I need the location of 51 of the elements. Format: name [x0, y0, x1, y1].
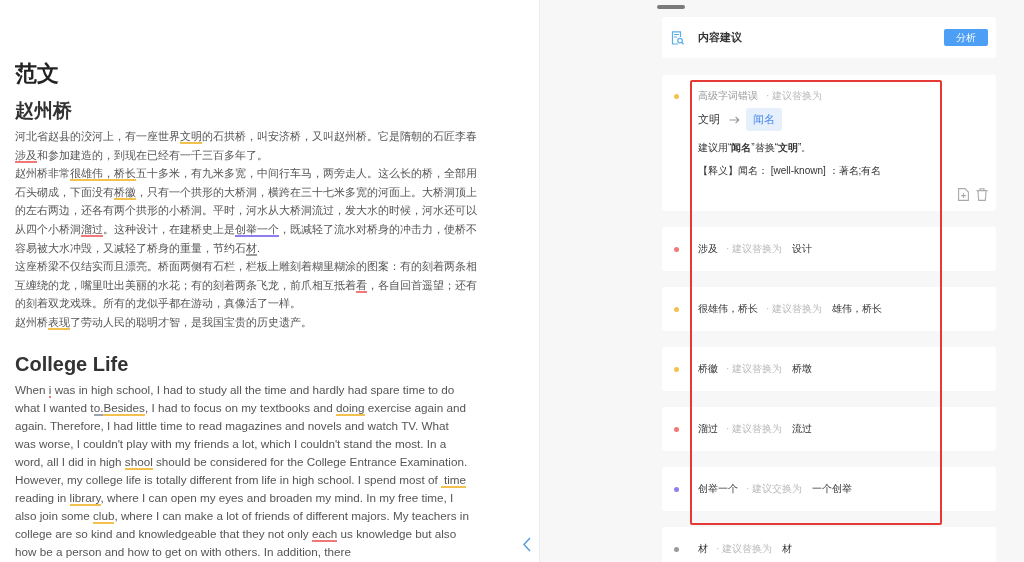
drag-handle[interactable] — [657, 5, 685, 9]
error-highlight[interactable]: 桥徽 — [114, 185, 136, 200]
error-highlight[interactable]: 涉及 — [15, 148, 37, 163]
original-word: 很雄伟，桥长 — [698, 302, 758, 316]
replacement-word: 桥墩 — [792, 362, 813, 376]
error-highlight[interactable]: 很雄伟，桥长 — [70, 167, 136, 182]
advice-text: 建议用“闻名”替换“文明”。 — [698, 141, 813, 155]
collapse-chevron-icon[interactable] — [523, 537, 531, 552]
error-highlight[interactable]: Besides — [103, 400, 145, 416]
replacement-word: 一个创举 — [812, 482, 853, 496]
document-search-icon — [671, 30, 684, 45]
error-highlight[interactable]: library — [69, 490, 101, 506]
document-plus-icon[interactable] — [958, 188, 969, 201]
panel-title: 内容建议 — [698, 30, 742, 45]
replacement-word: 流过 — [792, 422, 813, 436]
insertion-mark-icon[interactable] — [440, 485, 444, 488]
section-heading: College Life — [15, 351, 130, 377]
definition-text: 【释义】闻名： [well-known] ：著名;有名 — [698, 164, 883, 178]
original-word: 创举一个 — [698, 482, 738, 496]
original-word: 材 — [698, 542, 708, 556]
document-title: 范文 — [15, 60, 60, 88]
paragraph: 赵州桥非常很雄伟，桥长五十多米，有九米多宽，中间行车马，两旁走人。这么长的桥，全部用石头砌成，下面没有桥徽，只有一个拱形的大桥洞，横跨在三十七米多宽的河面上。大桥洞顶上的左右两边，还各有两个拱形的小桥洞。平时，河水从大桥洞流过，发大水的时候，河水还可以从四个小桥洞溜过。这种设计，在建桥史上是创举一个，既减轻了流水对桥身的冲击力，使桥不容易被大水冲毁，又减轻了桥身的重量，节约石材. — [15, 166, 478, 258]
error-highlight[interactable]: i — [48, 382, 52, 398]
replacement-word: 设计 — [792, 242, 813, 256]
paragraph: 赵州桥表现了劳动人民的聪明才智，是我国宝贵的历史遗产。 — [15, 314, 313, 332]
section-heading: 赵州桥 — [15, 99, 73, 123]
error-highlight[interactable]: 表现 — [48, 315, 70, 330]
error-highlight[interactable]: 看 — [356, 278, 367, 293]
original-word: 溜过 — [698, 422, 718, 436]
original-word: 桥徽 — [698, 362, 718, 376]
error-highlight[interactable]: doing — [336, 400, 365, 416]
original-word: 文明 — [698, 112, 720, 127]
suggestion-hint: · 建议交换为 — [746, 482, 803, 496]
paragraph: When i was in high school, I had to study all the time and hardly had spare time to do what I wanted to.Besides, I had to focus on my textbooks and doing exercise again and again. Therefore, I had little time to read magazines and novels and watch TV. What was worse, I couldn't play with my friends a lot, which I couldn't stand the most. In a word, all I did in high shool should be considered for the College Entrance Examination. However, my college life is totally different from life in high school. I spend most of time reading in library, where I can open my eyes and broaden my mind. In my free time, I also join some club, where I can make a lot of friends of different majors. My teachers in college are so kind and knowledgeable that they not only each us knowledge but also how be a person and how to get on with others. In addition, there — [15, 381, 470, 560]
error-highlight[interactable]: shool — [124, 454, 153, 470]
error-highlight[interactable]: each — [311, 526, 338, 542]
error-highlight[interactable]: time — [443, 472, 467, 488]
error-highlight[interactable]: 材 — [246, 241, 257, 256]
paragraph: 这座桥梁不仅结实而且漂亮。桥面两侧有石栏，栏板上雕刻着糊里糊涂的图案：有的刻着两条相互缠绕的龙，嘴里吐出美丽的水花；有的刻着两条飞龙，前爪相互抵着看，各自回首遥望；还有的刻着双龙戏珠。所有的龙似乎都在游动，真像活了一样。 — [15, 259, 478, 312]
error-highlight[interactable]: 溜过 — [81, 222, 103, 237]
error-highlight[interactable]: 创举一个 — [235, 222, 279, 237]
suggestion-card[interactable]: 创举一个 · 建议交换为 一个创举 — [662, 467, 996, 511]
trash-icon[interactable] — [976, 188, 988, 201]
replacement-word: 材 — [782, 542, 793, 556]
error-highlight[interactable]: 文明 — [180, 130, 202, 144]
replacement-word: 雄伟，桥长 — [832, 302, 883, 316]
error-highlight[interactable]: o. — [93, 400, 104, 416]
arrow-right-icon — [729, 115, 740, 124]
original-word: 涉及 — [698, 242, 718, 256]
error-category: 高级字词错误 — [698, 89, 758, 103]
paragraph: 河北省赵县的洨河上，有一座世界文明的石拱桥，叫安济桥，又叫赵州桥。它是隋朝的石匠李春 涉及和参加建造的，到现在已经有一千三百多年了。 — [15, 129, 478, 165]
